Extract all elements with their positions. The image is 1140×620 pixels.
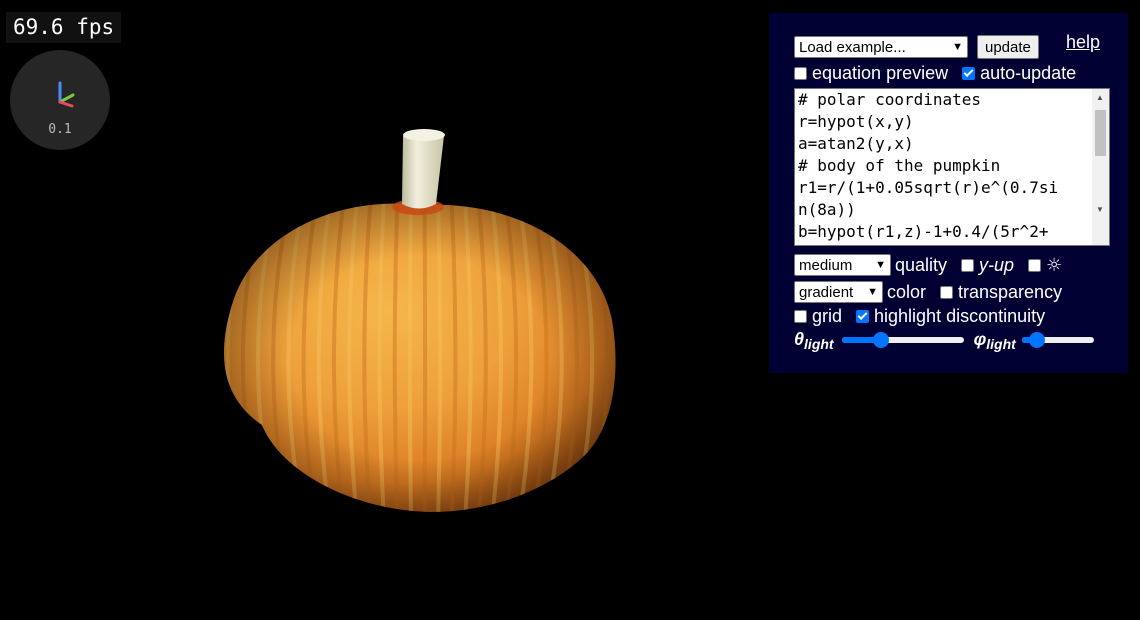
- pumpkin-rib: [611, 203, 616, 512]
- code-line: 1)-0.1sin(3z)-0.005e^(-(z/0: [798, 243, 1088, 245]
- help-link[interactable]: help: [1066, 32, 1100, 53]
- example-select-value: Load example...: [799, 38, 906, 56]
- code-line: # polar coordinates: [798, 90, 982, 109]
- phi-slider-thumb[interactable]: [1028, 331, 1045, 348]
- grid-checkbox[interactable]: [794, 310, 807, 323]
- color-label: color: [887, 281, 927, 302]
- code-line: b=hypot(r1,z)-1+0.4/(5r^2+: [798, 222, 1049, 241]
- code-line: r1=r/(1+0.05sqrt(r)e^(0.7si: [798, 178, 1059, 197]
- code-line: a=atan2(y,x): [798, 134, 914, 153]
- quality-label: quality: [895, 254, 948, 275]
- quality-select[interactable]: medium ▼: [794, 254, 891, 276]
- code-line: # body of the pumpkin: [798, 156, 1001, 175]
- theta-subscript: light: [804, 335, 834, 352]
- theta-symbol: θ: [794, 329, 805, 349]
- phi-subscript: light: [986, 335, 1016, 352]
- control-panel: Load example... ▼ update help equation p…: [769, 13, 1128, 373]
- scroll-up-icon[interactable]: ▲: [1096, 93, 1104, 102]
- highlight-discontinuity-checkbox[interactable]: [856, 310, 870, 323]
- axis-scale-label: 0.1: [48, 122, 72, 137]
- y-up-checkbox[interactable]: [961, 258, 975, 272]
- theta-slider-thumb[interactable]: [873, 331, 890, 348]
- fps-counter: 69.6 fps: [6, 12, 122, 43]
- quality-select-value: medium: [799, 256, 853, 274]
- light-checkbox[interactable]: [1028, 258, 1042, 272]
- chevron-down-icon: ▼: [875, 259, 886, 271]
- highlight-discontinuity-label: highlight discontinuity: [874, 306, 1046, 326]
- auto-update-checkbox[interactable]: [962, 67, 976, 80]
- phi-light-slider[interactable]: [1021, 331, 1094, 348]
- code-line: r=hypot(x,y): [798, 112, 914, 131]
- chevron-down-icon: ▼: [952, 41, 963, 53]
- editor-scrollbar[interactable]: ▲ ▼: [1092, 89, 1109, 245]
- equation-preview-label: equation preview: [812, 63, 949, 83]
- code-line: n(8a)): [798, 200, 856, 219]
- transparency-label: transparency: [958, 281, 1063, 302]
- pumpkin-rib: [197, 200, 222, 520]
- axes-gizmo[interactable]: 0.1: [10, 50, 110, 150]
- y-up-label: y-up: [979, 254, 1015, 275]
- scroll-down-icon[interactable]: ▼: [1096, 205, 1104, 214]
- auto-update-label: auto-update: [980, 63, 1077, 83]
- grid-label: grid: [812, 306, 843, 326]
- 3d-viewport[interactable]: 69.6 fps 0.1 Load example... ▼ update he…: [0, 0, 1140, 620]
- phi-symbol: φ: [973, 329, 987, 349]
- equation-editor[interactable]: # polar coordinates r=hypot(x,y) a=atan2(y…: [794, 88, 1110, 246]
- equation-preview-checkbox[interactable]: [794, 67, 807, 80]
- example-select[interactable]: Load example... ▼: [794, 36, 968, 58]
- theta-light-slider[interactable]: [841, 331, 964, 348]
- update-button[interactable]: update: [977, 35, 1039, 59]
- color-select[interactable]: gradient ▼: [794, 281, 883, 303]
- equation-code: # polar coordinates r=hypot(x,y) a=atan2(y…: [798, 89, 1088, 245]
- sun-icon: ☼: [1046, 254, 1063, 276]
- color-select-value: gradient: [799, 283, 854, 301]
- transparency-checkbox[interactable]: [940, 285, 954, 299]
- chevron-down-icon: ▼: [867, 286, 878, 298]
- scrollbar-thumb[interactable]: [1095, 110, 1106, 156]
